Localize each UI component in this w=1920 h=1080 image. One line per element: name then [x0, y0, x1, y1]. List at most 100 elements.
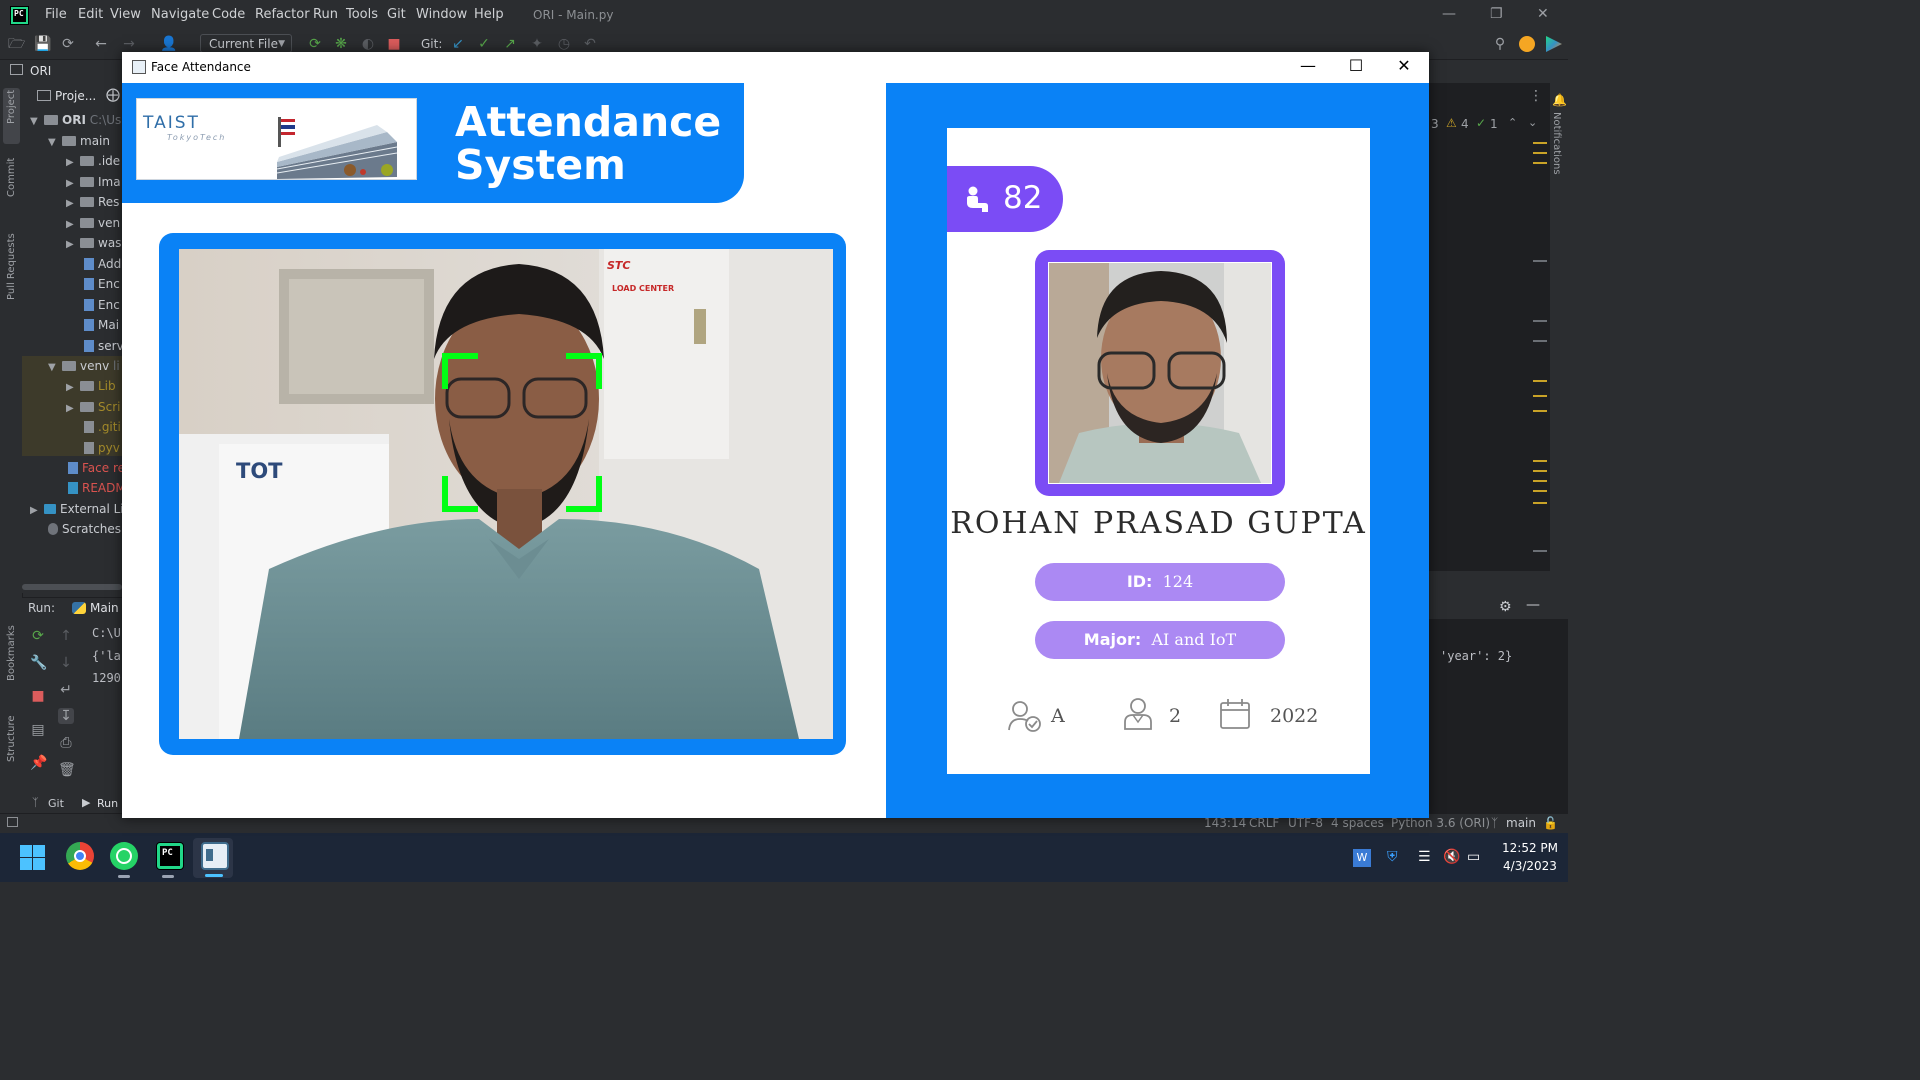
soft-wrap-icon[interactable]: ↵: [58, 682, 74, 698]
menu-help[interactable]: Help: [474, 7, 504, 22]
maximize-icon[interactable]: ☐: [1333, 56, 1379, 75]
whatsapp-icon[interactable]: [110, 842, 138, 870]
tree-item-main[interactable]: ▼ main: [48, 134, 110, 154]
wifi-icon[interactable]: ☰: [1418, 849, 1431, 865]
tree-item-ori[interactable]: ▼ ORI C:\Us: [30, 113, 121, 133]
user-dropdown-icon[interactable]: 👤▾: [157, 36, 181, 68]
tree-item-resources[interactable]: ▶ Res: [66, 195, 119, 215]
menu-view[interactable]: View: [110, 7, 141, 22]
chevron-up-icon[interactable]: ⌃: [1508, 116, 1517, 129]
tool-commit[interactable]: Commit: [6, 158, 17, 197]
tree-item-idea[interactable]: ▶ .ide: [66, 154, 120, 174]
save-all-icon[interactable]: 💾: [34, 36, 51, 52]
lock-icon[interactable]: 🔓: [1543, 816, 1558, 830]
tree-item-scripts[interactable]: ▶ Scri: [66, 400, 120, 420]
editor-error-stripe[interactable]: [1533, 130, 1547, 560]
stop-icon[interactable]: ■: [386, 36, 402, 52]
git-rollback-icon[interactable]: ↶: [582, 36, 598, 52]
project-tab-label[interactable]: Proje...: [55, 89, 96, 103]
scroll-down-icon[interactable]: ↓: [58, 655, 74, 671]
scroll-to-end-icon[interactable]: ↧: [58, 708, 74, 724]
tree-item-readme[interactable]: READM: [64, 481, 126, 501]
run-tab-main[interactable]: Main: [90, 601, 119, 615]
bottom-tab-run[interactable]: Run: [97, 797, 118, 810]
tree-item-venv[interactable]: ▶ ven: [66, 216, 120, 236]
windows-start-icon[interactable]: [20, 845, 45, 870]
warnings-count[interactable]: 4: [1461, 117, 1469, 131]
tree-item-lib[interactable]: ▶ Lib: [66, 379, 116, 399]
ide-close-icon[interactable]: ✕: [1537, 6, 1549, 22]
tree-item-images[interactable]: ▶ Ima: [66, 175, 121, 195]
status-encoding[interactable]: UTF-8: [1288, 816, 1323, 830]
scroll-up-icon[interactable]: ↑: [58, 628, 74, 644]
tree-item-was[interactable]: ▶ was: [66, 236, 121, 256]
forward-arrow-icon[interactable]: →: [121, 36, 137, 52]
stop-icon[interactable]: ■: [30, 688, 46, 704]
tree-item-pyvenv[interactable]: pyv: [80, 441, 120, 461]
tree-item-file[interactable]: Mai: [80, 318, 119, 338]
face-attendance-taskbar-icon[interactable]: [201, 842, 229, 870]
checks-count[interactable]: 1: [1490, 117, 1498, 131]
battery-icon[interactable]: ▭: [1467, 849, 1480, 865]
print-icon[interactable]: ⎙: [58, 735, 74, 751]
ide-restore-icon[interactable]: ❐: [1490, 6, 1503, 22]
menu-edit[interactable]: Edit: [78, 7, 103, 22]
tray-app-icon[interactable]: W: [1353, 849, 1371, 867]
git-update-icon[interactable]: ↙: [450, 36, 466, 52]
tool-structure[interactable]: Structure: [6, 715, 17, 762]
rerun-icon[interactable]: ⟳: [307, 36, 323, 52]
close-icon[interactable]: ✕: [1381, 56, 1427, 75]
menu-code[interactable]: Code: [212, 7, 245, 22]
pycharm-taskbar-icon[interactable]: PC: [156, 842, 184, 870]
tool-project[interactable]: Project: [6, 90, 17, 124]
rerun-icon[interactable]: ⟳: [30, 628, 46, 644]
project-breadcrumb[interactable]: ORI: [30, 64, 51, 78]
tree-item-external-libraries[interactable]: ▶ External Li: [30, 502, 124, 522]
status-interpreter[interactable]: Python 3.6 (ORI): [1391, 816, 1490, 830]
hide-panel-icon[interactable]: —: [1526, 597, 1540, 613]
tree-item-gitignore[interactable]: .giti: [80, 420, 121, 440]
tree-item-file[interactable]: serv: [80, 339, 124, 359]
chevron-down-icon[interactable]: ⌄: [1528, 116, 1537, 129]
taskbar-clock-date[interactable]: 4/3/2023: [1500, 859, 1560, 873]
project-horizontal-scrollbar[interactable]: [22, 584, 122, 590]
volume-muted-icon[interactable]: 🔇: [1443, 849, 1460, 865]
open-folder-icon[interactable]: 🗁: [8, 36, 25, 52]
chrome-icon[interactable]: [66, 842, 94, 870]
errors-count[interactable]: 3: [1431, 117, 1439, 131]
tool-bookmarks[interactable]: Bookmarks: [6, 625, 17, 681]
tree-item-file[interactable]: Enc: [80, 277, 120, 297]
tool-pull-requests[interactable]: Pull Requests: [6, 233, 17, 300]
menu-tools[interactable]: Tools: [346, 7, 378, 22]
tree-item-venv-root[interactable]: ▼ venv li: [48, 359, 120, 379]
git-push-icon[interactable]: ↗: [502, 36, 518, 52]
status-indent[interactable]: 4 spaces: [1331, 816, 1384, 830]
menu-window[interactable]: Window: [416, 7, 467, 22]
bottom-tab-git[interactable]: Git: [48, 797, 64, 810]
settings-gear-icon[interactable]: ⚙: [1499, 599, 1512, 615]
tool-windows-toggle-icon[interactable]: [7, 817, 18, 827]
git-commit-icon[interactable]: ✓: [476, 36, 492, 52]
menu-git[interactable]: Git: [387, 7, 406, 22]
pin-icon[interactable]: 📌: [30, 755, 47, 771]
taskbar-clock-time[interactable]: 12:52 PM: [1500, 841, 1560, 855]
sync-icon[interactable]: ⟳: [60, 36, 76, 52]
search-everywhere-icon[interactable]: ⚲: [1492, 36, 1508, 52]
tree-item-file[interactable]: Add: [80, 257, 121, 277]
debug-bug-icon[interactable]: ❋: [333, 36, 349, 52]
tool-notifications[interactable]: Notifications: [1551, 112, 1562, 175]
status-git-branch[interactable]: main: [1506, 816, 1536, 830]
tree-item-file[interactable]: Enc: [80, 298, 120, 318]
wrench-icon[interactable]: 🔧: [30, 655, 47, 671]
trash-icon[interactable]: 🗑: [58, 762, 76, 778]
menu-file[interactable]: File: [45, 7, 67, 22]
coverage-icon[interactable]: ◐: [360, 36, 376, 52]
tree-item-scratches[interactable]: Scratches a: [44, 522, 132, 542]
pycharm-logo-icon[interactable]: PC: [10, 6, 29, 25]
bell-icon[interactable]: 🔔: [1552, 93, 1567, 107]
locate-target-icon[interactable]: ⨁: [106, 87, 120, 103]
git-branch-icon[interactable]: ✦: [529, 36, 545, 52]
status-caret-position[interactable]: 143:14: [1204, 816, 1246, 830]
git-history-icon[interactable]: ◷: [556, 36, 572, 52]
run-configuration-select[interactable]: Current File ▼: [200, 34, 292, 53]
